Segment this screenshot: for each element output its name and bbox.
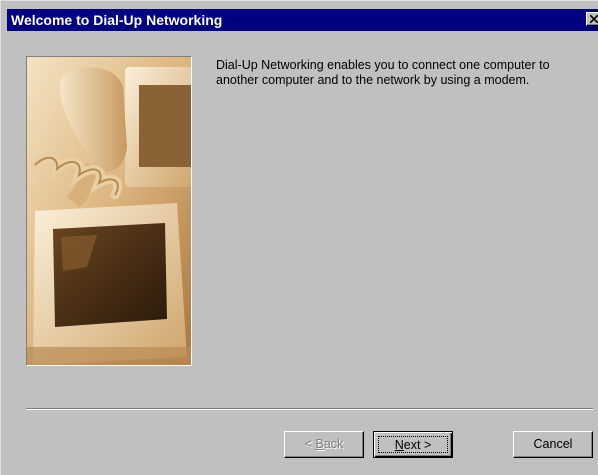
back-button-label: < Back [304,437,344,451]
back-button[interactable]: < Back [284,431,364,458]
computer-and-phone-image [27,57,191,365]
close-button[interactable] [586,12,598,26]
cancel-button[interactable]: Cancel [513,431,593,458]
next-button[interactable]: Next > [373,431,453,458]
next-button-label: Next > [378,436,448,453]
wizard-illustration [26,56,192,366]
button-separator [26,408,593,410]
wizard-window: Welcome to Dial-Up Networking Dial-Up Ne… [0,0,598,475]
window-title: Welcome to Dial-Up Networking [11,12,223,28]
close-icon [590,15,598,23]
wizard-description: Dial-Up Networking enables you to connec… [216,58,550,87]
title-bar[interactable]: Welcome to Dial-Up Networking [7,9,598,31]
